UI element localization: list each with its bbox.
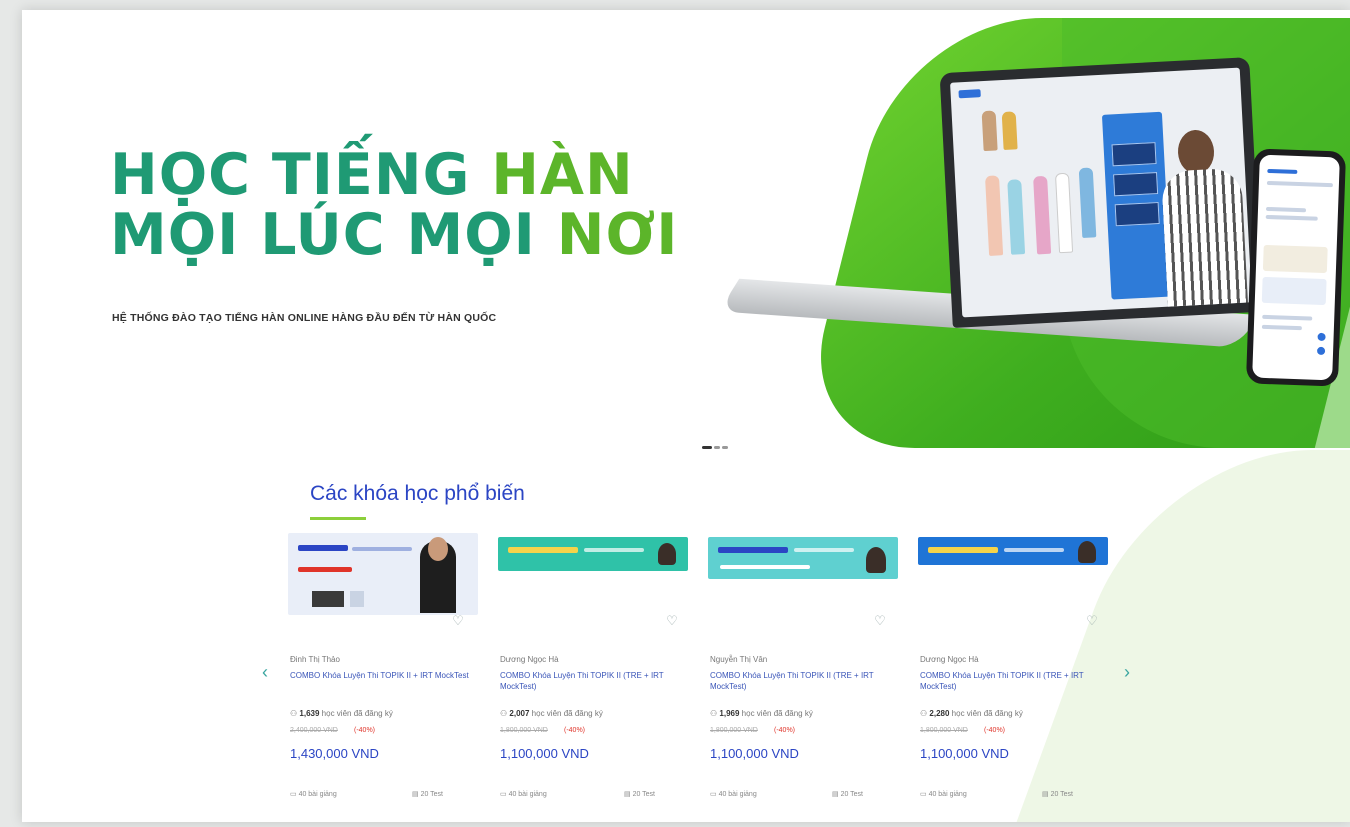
phone-image	[1245, 148, 1347, 387]
course-thumbnail[interactable]	[918, 537, 1108, 565]
old-price: 1,800,000 VND	[920, 727, 968, 734]
old-price: 1,800,000 VND	[500, 727, 548, 734]
hero-title-highlight: NƠI	[556, 202, 679, 268]
page: HỌC TIẾNG HÀN MỌI LÚC MỌI NƠI HỆ THỐNG Đ…	[22, 10, 1350, 822]
students-count: ⚇ 1,969 học viên đã đăng ký	[710, 709, 813, 718]
heart-icon[interactable]: ♡	[1084, 613, 1100, 629]
course-thumbnail[interactable]	[498, 537, 688, 571]
course-thumbnail[interactable]	[708, 537, 898, 579]
discount-badge: (-40%)	[564, 727, 586, 734]
discount-badge: (-40%)	[984, 727, 1006, 734]
hero-title-highlight: HÀN	[491, 142, 634, 208]
lessons-count: ▭ 40 bài giảng	[920, 791, 967, 798]
hero-subtitle: HỆ THỐNG ĐÀO TẠO TIẾNG HÀN ONLINE HÀNG Đ…	[112, 312, 497, 324]
hero-title: HỌC TIẾNG HÀN MỌI LÚC MỌI NƠI	[110, 145, 678, 265]
title-underline	[310, 517, 366, 520]
teacher-name: Dương Ngọc Hà	[920, 655, 979, 664]
lessons-count: ▭ 40 bài giảng	[290, 791, 337, 798]
course-name[interactable]: COMBO Khóa Luyện Thi TOPIK II (TRE + IRT…	[920, 670, 1106, 692]
students-count: ⚇ 1,639 học viên đã đăng ký	[290, 709, 393, 718]
heart-icon[interactable]: ♡	[450, 613, 466, 629]
course-price: 1,100,000 VND	[500, 746, 589, 761]
phone-screen	[1252, 154, 1340, 381]
course-card[interactable]: ♡ Đinh Thị Thảo COMBO Khóa Luyện Thi TOP…	[288, 533, 482, 813]
next-arrow-icon[interactable]: ›	[1120, 662, 1134, 682]
course-card[interactable]: ♡ Dương Ngọc Hà COMBO Khóa Luyện Thi TOP…	[498, 533, 692, 813]
course-name[interactable]: COMBO Khóa Luyện Thi TOPIK II (TRE + IRT…	[500, 670, 686, 692]
heart-icon[interactable]: ♡	[872, 613, 888, 629]
students-count: ⚇ 2,007 học viên đã đăng ký	[500, 709, 603, 718]
discount-badge: (-40%)	[354, 727, 376, 734]
discount-badge: (-40%)	[774, 727, 796, 734]
section-title: Các khóa học phổ biến	[310, 482, 525, 505]
course-card[interactable]: ♡ Dương Ngọc Hà COMBO Khóa Luyện Thi TOP…	[918, 533, 1112, 813]
course-price: 1,100,000 VND	[920, 746, 1009, 761]
old-price: 1,800,000 VND	[710, 727, 758, 734]
hero-title-part: MỌI LÚC MỌI	[110, 202, 557, 268]
lessons-count: ▭ 40 bài giảng	[710, 791, 757, 798]
tests-count: ▤ 20 Test	[832, 791, 864, 798]
teacher-name: Dương Ngọc Hà	[500, 655, 559, 664]
teacher-name: Nguyễn Thị Vân	[710, 655, 768, 664]
course-thumbnail[interactable]	[288, 533, 478, 615]
hero-title-part: HỌC TIẾNG	[110, 142, 492, 208]
tests-count: ▤ 20 Test	[624, 791, 656, 798]
laptop-screen	[950, 67, 1252, 318]
prev-arrow-icon[interactable]: ‹	[258, 662, 272, 682]
heart-icon[interactable]: ♡	[664, 613, 680, 629]
tests-count: ▤ 20 Test	[1042, 791, 1074, 798]
course-name[interactable]: COMBO Khóa Luyện Thi TOPIK II + IRT Mock…	[290, 670, 476, 681]
laptop-image	[718, 57, 1276, 395]
tests-count: ▤ 20 Test	[412, 791, 444, 798]
teacher-name: Đinh Thị Thảo	[290, 655, 340, 664]
course-price: 1,100,000 VND	[710, 746, 799, 761]
lessons-count: ▭ 40 bài giảng	[500, 791, 547, 798]
course-name[interactable]: COMBO Khóa Luyện Thi TOPIK II (TRE + IRT…	[710, 670, 896, 692]
students-count: ⚇ 2,280 học viên đã đăng ký	[920, 709, 1023, 718]
course-card[interactable]: ♡ Nguyễn Thị Vân COMBO Khóa Luyện Thi TO…	[708, 533, 902, 813]
teacher-image	[1153, 127, 1252, 312]
hero-slider-dots[interactable]	[702, 436, 732, 449]
old-price: 2,400,000 VND	[290, 727, 338, 734]
laptop-lid	[939, 57, 1263, 328]
course-price: 1,430,000 VND	[290, 746, 379, 761]
